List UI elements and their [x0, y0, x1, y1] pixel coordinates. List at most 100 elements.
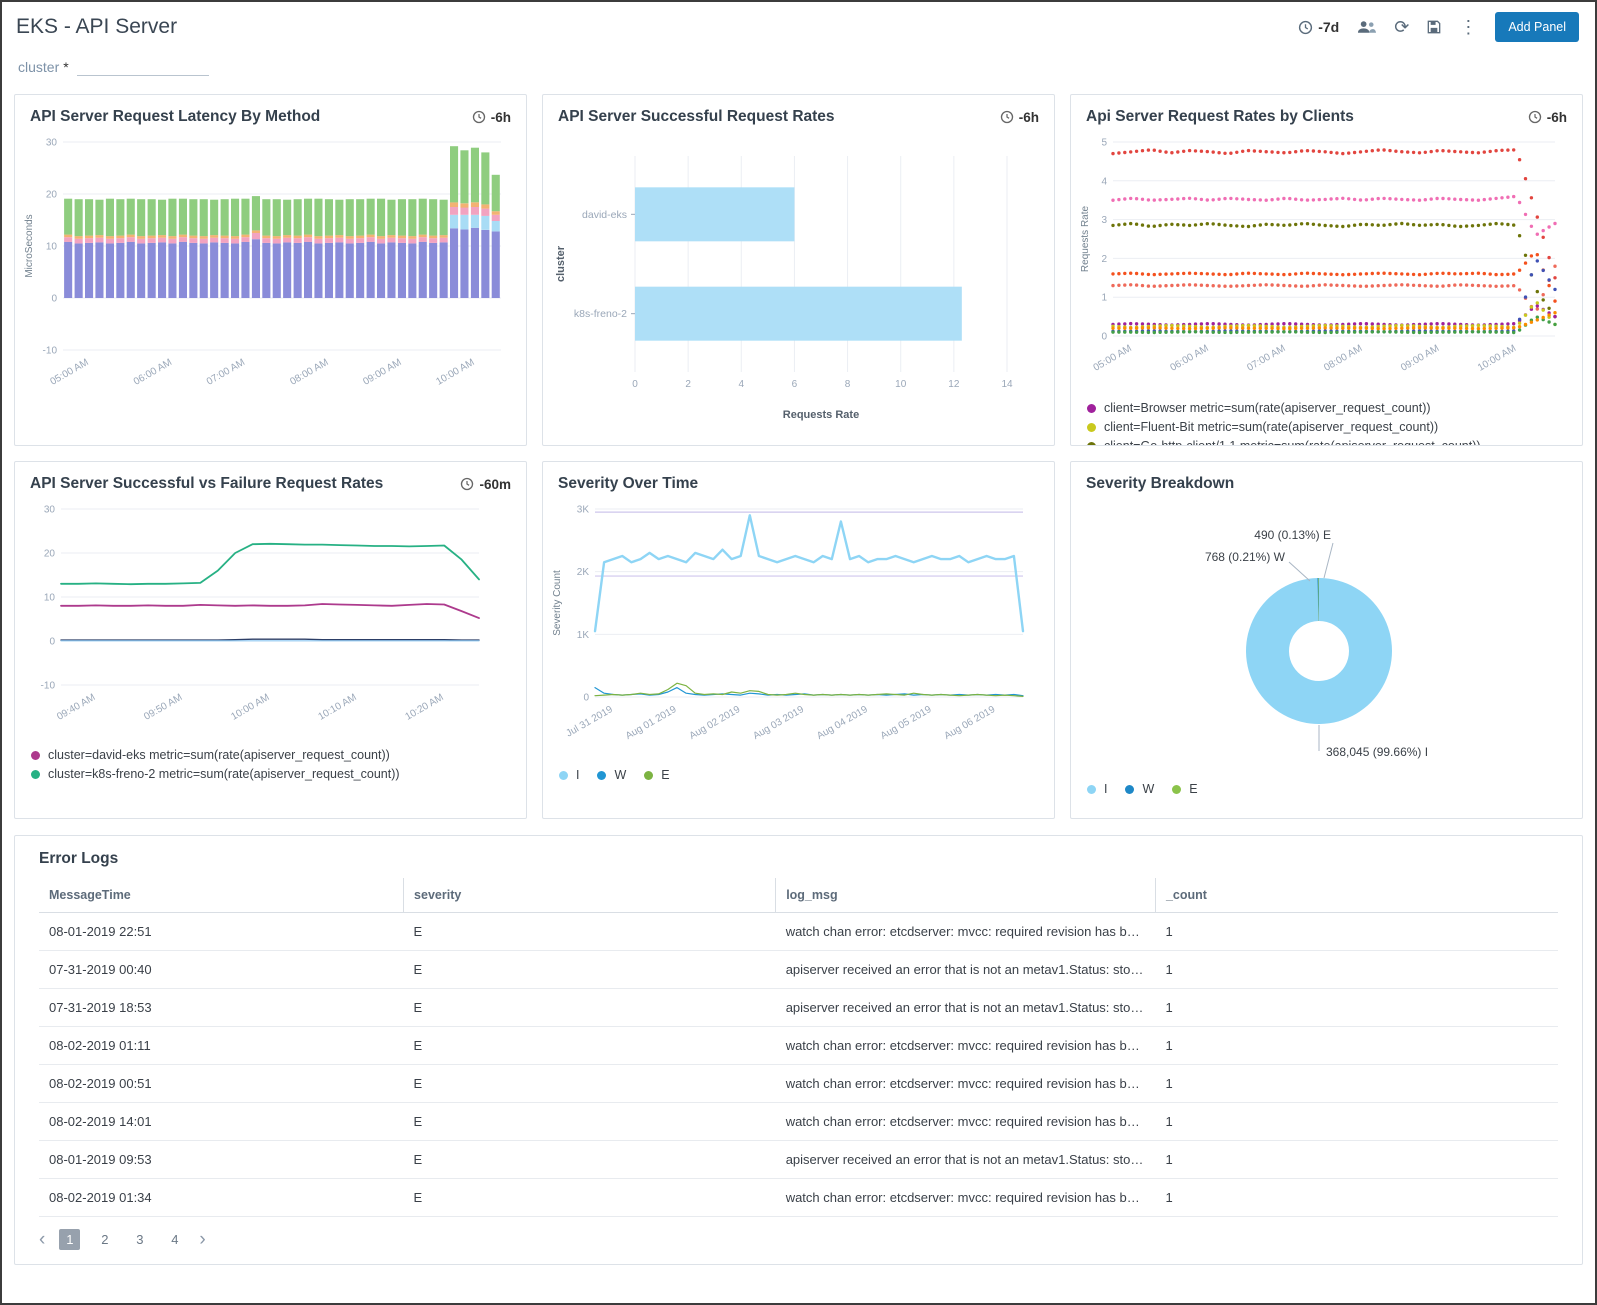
svg-text:3: 3	[1101, 215, 1107, 226]
clock-icon	[1298, 20, 1313, 35]
panel-title: Severity Breakdown	[1086, 475, 1234, 493]
table-cell: 1	[1155, 1027, 1558, 1065]
prev-page-icon[interactable]: ‹	[39, 1230, 45, 1249]
legend-dot	[1087, 442, 1096, 447]
panel-severity-over-time: Severity Over Time 3K2K1K0Severity Count…	[542, 461, 1055, 819]
legend-item[interactable]: cluster=david-eks metric=sum(rate(apiser…	[31, 748, 510, 762]
svg-text:14: 14	[1001, 379, 1013, 390]
svg-text:8: 8	[845, 379, 851, 390]
svg-text:Aug 01 2019: Aug 01 2019	[624, 704, 679, 742]
client-rates-scatter-chart[interactable]: 543210Requests Rate05:00 AM06:00 AM07:00…	[1079, 132, 1571, 390]
page-button-4[interactable]: 4	[164, 1229, 185, 1250]
latency-stacked-bar-chart[interactable]: 3020100-10MicroSeconds05:00 AM06:00 AM07…	[23, 132, 511, 414]
svg-text:768 (0.21%) W: 768 (0.21%) W	[1205, 550, 1286, 564]
svg-text:Requests Rate: Requests Rate	[783, 409, 859, 421]
svg-text:4: 4	[1101, 176, 1107, 187]
legend-dot	[1087, 423, 1096, 432]
table-row[interactable]: 08-02-2019 01:34Ewatch chan error: etcds…	[39, 1179, 1558, 1217]
page-button-3[interactable]: 3	[129, 1229, 150, 1250]
next-page-icon[interactable]: ›	[199, 1230, 205, 1249]
table-row[interactable]: 07-31-2019 00:40Eapiserver received an e…	[39, 951, 1558, 989]
severity-over-time-line-chart[interactable]: 3K2K1K0Severity CountJul 31 2019Aug 01 2…	[551, 499, 1035, 757]
severity-breakdown-donut-chart[interactable]: 490 (0.13%) E768 (0.21%) W368,045 (99.66…	[1079, 499, 1549, 771]
legend-item[interactable]: E	[1172, 782, 1197, 796]
panel-title: API Server Successful vs Failure Request…	[30, 475, 383, 493]
legend-label: cluster=david-eks metric=sum(rate(apiser…	[48, 748, 390, 762]
legend-dot	[31, 751, 40, 760]
legend-item[interactable]: client=Go-http-client/1.1 metric=sum(rat…	[1087, 439, 1566, 446]
svg-text:06:00 AM: 06:00 AM	[132, 357, 174, 388]
table-cell: 08-02-2019 01:11	[39, 1027, 404, 1065]
cluster-filter-input[interactable]	[77, 58, 209, 76]
table-row[interactable]: 08-02-2019 00:51Ewatch chan error: etcds…	[39, 1065, 1558, 1103]
clock-icon	[472, 110, 486, 124]
table-row[interactable]: 08-02-2019 01:11Ewatch chan error: etcds…	[39, 1027, 1558, 1065]
column-header-messagetime[interactable]: MessageTime	[39, 878, 404, 913]
table-cell: 08-02-2019 14:01	[39, 1103, 404, 1141]
table-cell: 07-31-2019 18:53	[39, 989, 404, 1027]
table-row[interactable]: 08-01-2019 09:53Eapiserver received an e…	[39, 1141, 1558, 1179]
panel-time-range[interactable]: -60m	[460, 477, 511, 492]
column-header-severity[interactable]: severity	[404, 878, 776, 913]
page-button-2[interactable]: 2	[94, 1229, 115, 1250]
legend-label: W	[1142, 782, 1154, 796]
table-row[interactable]: 07-31-2019 18:53Eapiserver received an e…	[39, 989, 1558, 1027]
page-button-1[interactable]: 1	[59, 1229, 80, 1250]
legend-item[interactable]: client=Browser metric=sum(rate(apiserver…	[1087, 401, 1566, 415]
legend-item[interactable]: W	[597, 768, 626, 782]
legend-item[interactable]: E	[644, 768, 669, 782]
share-users-icon[interactable]	[1357, 20, 1376, 34]
legend-item[interactable]: cluster=k8s-freno-2 metric=sum(rate(apis…	[31, 767, 510, 781]
success-vs-failure-line-chart[interactable]: 3020100-1009:40 AM09:50 AM10:00 AM10:10 …	[23, 499, 493, 737]
legend-item[interactable]: W	[1125, 782, 1154, 796]
svg-text:6: 6	[792, 379, 798, 390]
save-icon[interactable]	[1427, 20, 1441, 34]
kebab-menu-icon[interactable]: ⋮	[1459, 18, 1477, 36]
svg-text:368,045 (99.66%) I: 368,045 (99.66%) I	[1326, 745, 1428, 759]
header: EKS - API Server -7d ⟳ ⋮ Add Panel	[2, 2, 1595, 52]
legend-label: client=Browser metric=sum(rate(apiserver…	[1104, 401, 1431, 415]
column-header-log_msg[interactable]: log_msg	[776, 878, 1156, 913]
svg-text:10:10 AM: 10:10 AM	[316, 692, 358, 723]
panel-severity-breakdown: Severity Breakdown 490 (0.13%) E768 (0.2…	[1070, 461, 1583, 819]
severity-over-time-legend: IWE	[543, 761, 1054, 791]
legend-item[interactable]: I	[559, 768, 579, 782]
legend-item[interactable]: client=Fluent-Bit metric=sum(rate(apiser…	[1087, 420, 1566, 434]
client-rates-legend: client=Browser metric=sum(rate(apiserver…	[1071, 394, 1582, 446]
table-cell: watch chan error: etcdserver: mvcc: requ…	[776, 1103, 1156, 1141]
table-cell: E	[404, 1027, 776, 1065]
table-row[interactable]: 08-01-2019 22:51Ewatch chan error: etcds…	[39, 913, 1558, 951]
svg-text:2K: 2K	[577, 567, 590, 578]
panel-client-rates: Api Server Request Rates by Clients -6h …	[1070, 94, 1583, 446]
panel-success-rates: API Server Successful Request Rates -6h …	[542, 94, 1055, 446]
column-header-_count[interactable]: _count	[1155, 878, 1558, 913]
svg-text:07:00 AM: 07:00 AM	[1245, 343, 1287, 374]
table-cell: 1	[1155, 1179, 1558, 1217]
legend-item[interactable]: I	[1087, 782, 1107, 796]
legend-label: I	[1104, 782, 1107, 796]
legend-dot	[1087, 404, 1096, 413]
svg-text:0: 0	[632, 379, 638, 390]
table-cell: 08-01-2019 22:51	[39, 913, 404, 951]
success-rates-bar-chart[interactable]: 02468101214david-eksk8s-freno-2Requests …	[551, 132, 1021, 424]
table-cell: 1	[1155, 1141, 1558, 1179]
svg-text:30: 30	[46, 138, 58, 149]
dashboard-time-range[interactable]: -7d	[1298, 19, 1339, 35]
table-cell: E	[404, 1065, 776, 1103]
svg-text:30: 30	[44, 505, 56, 516]
svg-text:09:00 AM: 09:00 AM	[361, 357, 403, 388]
table-row[interactable]: 08-02-2019 14:01Ewatch chan error: etcds…	[39, 1103, 1558, 1141]
svg-text:Severity Count: Severity Count	[552, 570, 563, 636]
svg-text:06:00 AM: 06:00 AM	[1168, 343, 1210, 374]
legend-dot	[1172, 785, 1181, 794]
panel-time-range[interactable]: -6h	[1528, 110, 1567, 125]
add-panel-button[interactable]: Add Panel	[1495, 12, 1579, 42]
svg-text:-10: -10	[43, 346, 58, 357]
refresh-icon[interactable]: ⟳	[1394, 18, 1409, 36]
severity-breakdown-legend: IWE	[1071, 775, 1582, 805]
svg-text:Jul 31 2019: Jul 31 2019	[564, 704, 615, 740]
panel-time-range[interactable]: -6h	[1000, 110, 1039, 125]
panel-time-label: -6h	[1547, 110, 1567, 125]
panel-time-range[interactable]: -6h	[472, 110, 511, 125]
table-cell: watch chan error: etcdserver: mvcc: requ…	[776, 1027, 1156, 1065]
